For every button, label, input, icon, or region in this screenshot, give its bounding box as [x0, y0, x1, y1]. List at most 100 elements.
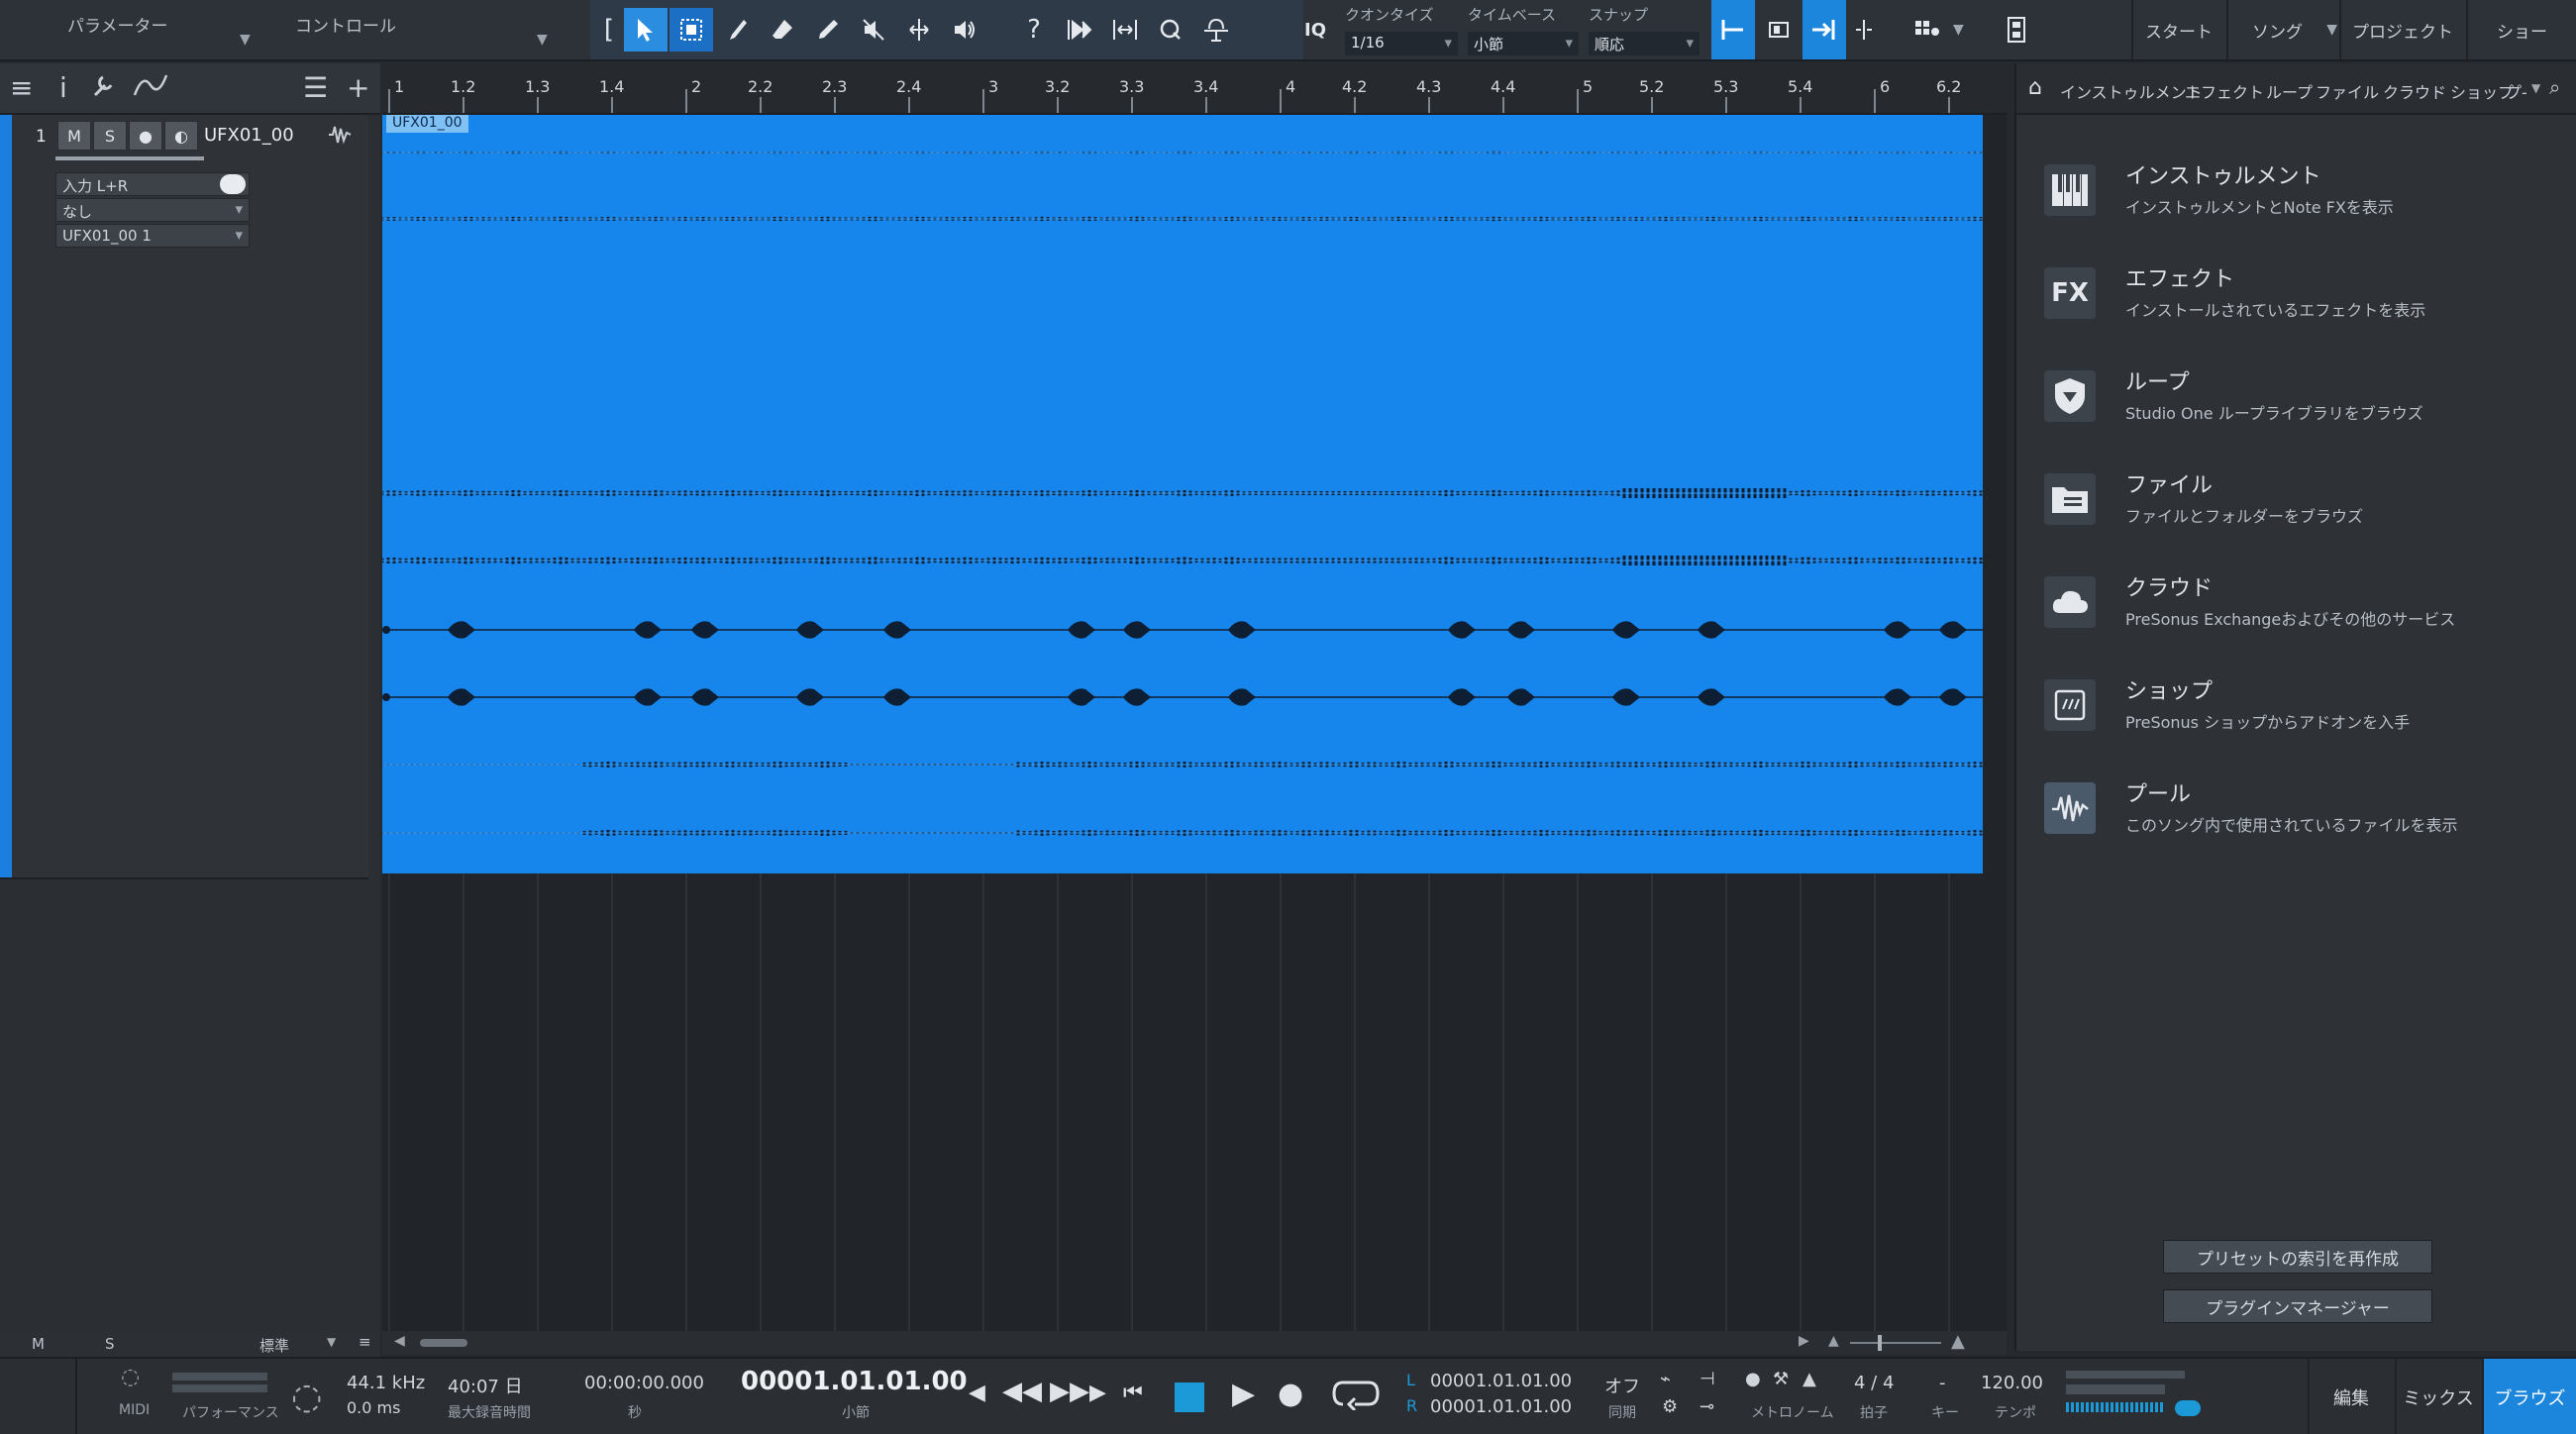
solo-button[interactable]: S [93, 121, 127, 151]
chevron-down-icon[interactable]: ▼ [1953, 22, 1964, 38]
volume-slider[interactable] [55, 156, 204, 160]
channel-select[interactable]: UFX01_00 1 [55, 224, 250, 248]
loop-left-position[interactable]: 00001.01.01.00 [1430, 1371, 1572, 1391]
sync-value[interactable]: オフ [1604, 1373, 1640, 1398]
browser-category-files[interactable]: ファイル ファイルとフォルダーをブラウズ [2044, 467, 2559, 557]
timebase-value[interactable]: 小節 [1468, 32, 1579, 55]
monitor-button[interactable]: ◐ [164, 121, 198, 151]
browser-category-cloud[interactable]: クラウド PreSonus Exchangeおよびその他のサービス [2044, 570, 2559, 660]
view-mode-select[interactable]: 標準 [259, 1335, 289, 1356]
zoom-slider[interactable] [1850, 1342, 1941, 1344]
iq-button[interactable]: IQ [1293, 8, 1337, 51]
footer-solo[interactable]: S [105, 1335, 115, 1353]
tab-files[interactable]: ファイル [2316, 79, 2379, 103]
split-tool-button[interactable] [715, 8, 759, 51]
snap-events-button[interactable] [1757, 0, 1801, 59]
tab-pool[interactable]: プ- [2506, 79, 2527, 103]
grid-view-button[interactable] [1906, 0, 1949, 59]
record-icon[interactable]: ● [1278, 1377, 1303, 1411]
time-seconds[interactable]: 00:00:00.000 [584, 1373, 704, 1393]
input-toggle[interactable] [220, 174, 246, 194]
settings-gear-icon[interactable]: ⚙ [1662, 1396, 1678, 1417]
browser-category-effects[interactable]: FX エフェクト インストールされているエフェクトを表示 [2044, 261, 2559, 351]
footer-mute[interactable]: M [32, 1335, 45, 1353]
audio-event[interactable]: UFX01_00 [382, 115, 1983, 873]
track-1[interactable]: 1 M S ● ◐ UFX01_00 入力 L+R なし UFX01_00 1 [0, 115, 368, 877]
follow-button[interactable] [1058, 8, 1101, 51]
snap-field[interactable]: スナップ 順応 [1589, 4, 1700, 55]
browser-category-shop[interactable]: ショップ PreSonus ショップからアドオンを入手 [2044, 673, 2559, 763]
eraser-tool-button[interactable] [761, 8, 804, 51]
parameters-dropdown[interactable]: パラメーター ▼ [67, 0, 265, 59]
tempo-value[interactable]: 120.00 [1981, 1373, 2043, 1393]
scroll-right-icon[interactable]: ▶ [1799, 1333, 1809, 1349]
return-to-zero-icon[interactable]: ⏮ [1123, 1381, 1143, 1405]
key-value[interactable]: - [1939, 1373, 1946, 1393]
prev-marker-icon[interactable]: ◀ [969, 1381, 985, 1405]
metronome-settings-icon[interactable]: ⚒ [1773, 1369, 1789, 1389]
output-select[interactable]: なし [55, 198, 250, 222]
autoscroll-button[interactable] [1103, 8, 1147, 51]
bend-tool-button[interactable] [897, 8, 941, 51]
scroll-left-icon[interactable]: ◀ [394, 1333, 405, 1349]
arrange-view[interactable]: UFX01_00 [382, 115, 2007, 1333]
browser-category-pool[interactable]: プール このソング内で使用されているファイルを表示 [2044, 776, 2559, 866]
master-volume-meter[interactable] [2066, 1402, 2165, 1412]
automation-icon[interactable] [133, 71, 168, 106]
zoom-in-icon[interactable]: ▲ [1951, 1331, 1965, 1352]
pre-roll-icon[interactable]: ⊸ [1700, 1396, 1714, 1417]
plugin-manager-button[interactable]: プラグインマネージャー [2163, 1289, 2432, 1323]
song-position[interactable]: 00001.01.01.00 [741, 1367, 968, 1396]
mix-mode-button[interactable]: ミックス [2395, 1359, 2480, 1434]
chevron-down-icon[interactable]: ▼ [2326, 22, 2337, 38]
list-icon[interactable]: ≡ [359, 1333, 371, 1351]
help-button[interactable]: ? [1012, 8, 1056, 51]
menu-icon[interactable]: ≡ [10, 71, 33, 104]
scroll-thumb[interactable] [420, 1339, 467, 1347]
midi-icon[interactable]: ◌ [121, 1365, 140, 1389]
master-toggle[interactable] [2175, 1400, 2201, 1416]
loop-right-position[interactable]: 00001.01.01.00 [1430, 1396, 1572, 1417]
record-arm-button[interactable]: ● [129, 121, 162, 151]
mute-button[interactable]: M [57, 121, 91, 151]
play-icon[interactable]: ▶ [1232, 1377, 1255, 1411]
zoom-out-icon[interactable]: ▲ [1828, 1333, 1839, 1349]
zoom-slider-handle[interactable] [1878, 1335, 1882, 1351]
loop-icon[interactable] [1331, 1377, 1381, 1418]
wrench-icon[interactable] [91, 71, 117, 106]
reindex-presets-button[interactable]: プリセットの索引を再作成 [2163, 1240, 2432, 1274]
arrow-tool-button[interactable] [624, 8, 668, 51]
song-page-button[interactable]: ソング ▼ [2226, 0, 2337, 59]
tab-cloud[interactable]: クラウド [2383, 79, 2446, 103]
show-page-button[interactable]: ショー [2466, 0, 2576, 59]
time-signature[interactable]: 4 / 4 [1854, 1373, 1894, 1393]
track-name[interactable]: UFX01_00 [204, 125, 294, 146]
quantize-field[interactable]: クオンタイズ 1/16 [1345, 4, 1458, 55]
home-icon[interactable]: ⌂ [2028, 75, 2042, 100]
listen-tool-button[interactable] [943, 8, 986, 51]
browse-mode-button[interactable]: ブラウズ [2482, 1359, 2576, 1434]
rewind-icon[interactable]: ◀◀ [1002, 1377, 1042, 1406]
chevron-down-icon[interactable]: ▼ [2531, 81, 2540, 95]
search-icon[interactable]: ⌕ [2549, 75, 2560, 99]
precount-icon[interactable]: ⌁ [1660, 1369, 1671, 1389]
browser-category-loops[interactable]: ループ Studio One ループライブラリをブラウズ [2044, 364, 2559, 454]
metronome-icon[interactable]: ▲ [1803, 1369, 1816, 1389]
metronome-on-icon[interactable]: ● [1745, 1369, 1761, 1389]
control-dropdown[interactable]: コントロール ▼ [295, 0, 557, 59]
tab-loops[interactable]: ループ [2266, 79, 2313, 103]
snap-cursor-button[interactable] [1803, 0, 1846, 59]
timeline-ruler[interactable]: 1 1.2 1.3 1.4 2 2.2 2.3 2.4 3 3.2 3.3 3.4 4 4.2 4.3 4.4… [382, 63, 2007, 115]
start-page-button[interactable]: スタート [2131, 0, 2224, 59]
add-track-icon[interactable]: + [347, 71, 369, 104]
timebase-field[interactable]: タイムベース 小節 [1468, 4, 1579, 55]
tab-effects[interactable]: エフェクト [2185, 79, 2264, 103]
groove-button[interactable] [1194, 8, 1238, 51]
mute-tool-button[interactable] [852, 8, 895, 51]
arrange-scrollbar[interactable]: ◀ ▶ ▲ ▲ [382, 1331, 2007, 1355]
waveform-icon[interactable] [327, 123, 353, 153]
snap-split-button[interactable] [1846, 0, 1882, 59]
chevron-down-icon[interactable]: ▼ [327, 1335, 336, 1349]
next-marker-icon[interactable]: ▶ [1089, 1381, 1106, 1405]
project-page-button[interactable]: プロジェクト [2339, 0, 2464, 59]
